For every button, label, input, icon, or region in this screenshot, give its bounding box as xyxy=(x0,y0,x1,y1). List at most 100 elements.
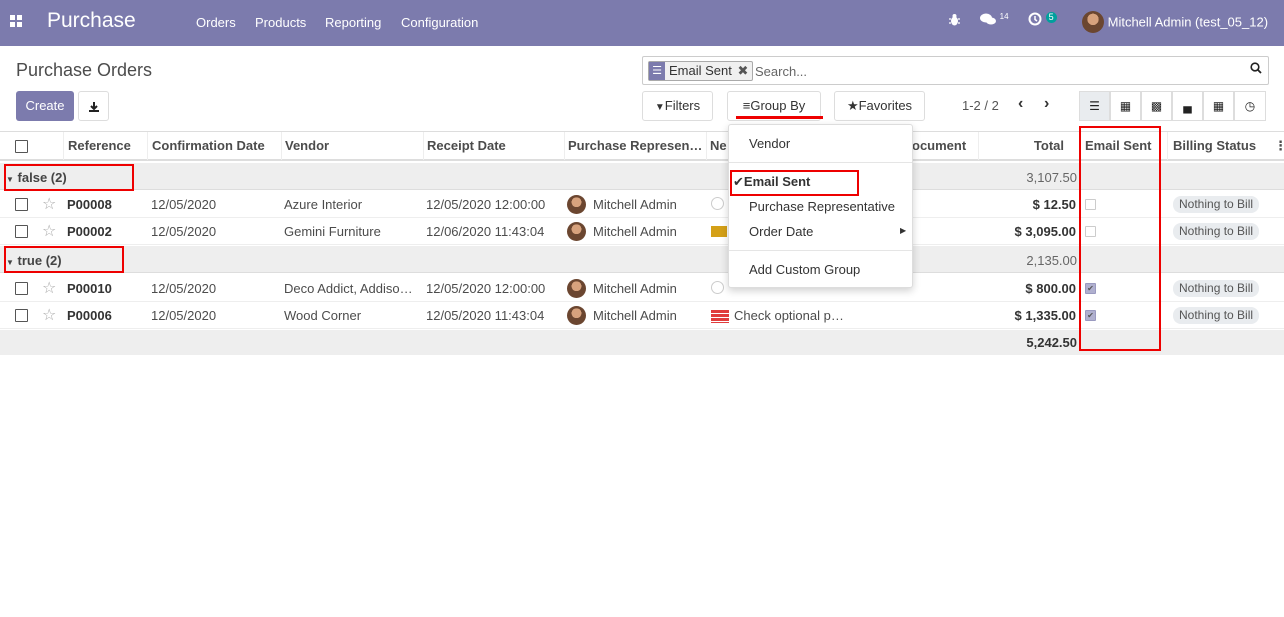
star-icon: ★ xyxy=(846,98,859,113)
cell-reference: P00006 xyxy=(67,308,112,323)
column-purchase-representative[interactable]: Purchase Represen… xyxy=(568,132,704,160)
cell-confirmation-date: 12/05/2020 xyxy=(151,197,217,212)
cell-reference: P00002 xyxy=(67,224,112,239)
filter-icon: ▼ xyxy=(654,102,665,113)
filters-button[interactable]: ▼Filters xyxy=(642,91,713,121)
dropdown-divider xyxy=(729,162,912,163)
cell-total: $ 800.00 xyxy=(1025,281,1076,296)
grand-total: 5,242.50 xyxy=(1026,335,1077,350)
calendar-view-icon[interactable]: ▦ xyxy=(1203,91,1234,121)
pager-value[interactable]: 1-2 / 2 xyxy=(962,98,999,113)
cell-representative: Mitchell Admin xyxy=(593,224,677,239)
activity-clock-icon[interactable] xyxy=(711,197,724,210)
search-facet-group-by[interactable]: ☰ Email Sent ✖ xyxy=(648,61,754,81)
pager-previous-icon[interactable]: ‹ xyxy=(1018,95,1023,113)
apps-menu-icon[interactable] xyxy=(10,15,24,29)
search-icon[interactable] xyxy=(1250,62,1262,77)
activities-icon[interactable]: 5 xyxy=(1028,12,1057,29)
rep-avatar xyxy=(567,279,586,298)
select-all-checkbox[interactable] xyxy=(15,140,28,153)
menu-configuration[interactable]: Configuration xyxy=(401,15,478,30)
create-button[interactable]: Create xyxy=(16,91,74,121)
column-billing-status[interactable]: Billing Status xyxy=(1173,132,1263,160)
download-button[interactable] xyxy=(78,91,109,121)
activity-mail-icon[interactable] xyxy=(711,226,727,237)
activity-view-icon[interactable]: ◷ xyxy=(1234,91,1266,121)
cell-total: $ 3,095.00 xyxy=(1014,224,1076,239)
highlight-box-email-sent-column xyxy=(1079,126,1161,351)
cell-representative: Mitchell Admin xyxy=(593,197,677,212)
top-navbar: Purchase Orders Products Reporting Confi… xyxy=(0,0,1284,46)
priority-star-icon[interactable]: ☆ xyxy=(42,194,56,214)
row-checkbox[interactable] xyxy=(15,198,28,211)
user-menu[interactable]: Mitchell Admin (test_05_12) xyxy=(1082,11,1268,33)
menu-reporting[interactable]: Reporting xyxy=(325,15,381,30)
cell-activity-summary: Check optional p… xyxy=(734,308,844,323)
page-title: Purchase Orders xyxy=(16,60,153,80)
cell-reference: P00010 xyxy=(67,281,112,296)
messages-icon[interactable]: 14 xyxy=(980,12,1009,29)
cell-receipt-date: 12/05/2020 12:00:00 xyxy=(426,281,546,296)
cell-confirmation-date: 12/05/2020 xyxy=(151,308,217,323)
group-by-option-purchase-representative[interactable]: Purchase Representative xyxy=(749,199,895,214)
cell-receipt-date: 12/06/2020 11:43:04 xyxy=(426,224,545,239)
graph-view-icon[interactable]: ▄ xyxy=(1172,91,1203,121)
group-by-facet-icon: ☰ xyxy=(649,62,665,80)
highlight-box-email-sent-option xyxy=(730,170,859,196)
group-by-option-vendor[interactable]: Vendor xyxy=(749,136,790,151)
menu-orders[interactable]: Orders xyxy=(196,15,236,30)
column-receipt-date[interactable]: Receipt Date xyxy=(427,132,562,160)
activity-todo-icon[interactable] xyxy=(711,310,729,323)
highlight-box-true-group xyxy=(4,246,124,273)
group-by-highlight-underline xyxy=(736,116,823,119)
rep-avatar xyxy=(567,222,586,241)
column-next-activity[interactable]: Ne xyxy=(710,132,730,160)
priority-star-icon[interactable]: ☆ xyxy=(42,278,56,298)
list-view-icon[interactable]: ☰ xyxy=(1079,91,1110,121)
rep-avatar xyxy=(567,195,586,214)
group-by-option-order-date[interactable]: Order Date xyxy=(749,224,813,239)
column-total[interactable]: Total xyxy=(1000,132,1064,160)
cell-vendor: Azure Interior xyxy=(284,197,363,212)
favorites-button[interactable]: ★Favorites xyxy=(834,91,925,121)
cell-vendor: Wood Corner xyxy=(284,308,362,323)
user-avatar xyxy=(1082,11,1104,33)
debug-bug-icon[interactable] xyxy=(948,13,961,30)
add-custom-group-option[interactable]: Add Custom Group xyxy=(749,262,860,277)
menu-products[interactable]: Products xyxy=(255,15,306,30)
group-total: 3,107.50 xyxy=(1026,170,1077,185)
column-reference[interactable]: Reference xyxy=(68,132,146,160)
search-bar: ☰ Email Sent ✖ xyxy=(642,56,1269,85)
app-name[interactable]: Purchase xyxy=(47,9,136,33)
highlight-box-false-group xyxy=(4,164,134,191)
favorites-label: Favorites xyxy=(858,98,913,113)
cell-total: $ 12.50 xyxy=(1032,197,1076,212)
pager-next-icon[interactable]: › xyxy=(1044,95,1049,113)
priority-star-icon[interactable]: ☆ xyxy=(42,221,56,241)
column-source-document[interactable]: ocument xyxy=(912,132,972,160)
group-by-label: Group By xyxy=(750,98,806,113)
activities-count: 5 xyxy=(1045,12,1057,23)
cell-confirmation-date: 12/05/2020 xyxy=(151,224,217,239)
priority-star-icon[interactable]: ☆ xyxy=(42,305,56,325)
facet-value: Email Sent xyxy=(669,63,732,78)
kanban-view-icon[interactable]: ▦ xyxy=(1110,91,1141,121)
cell-reference: P00008 xyxy=(67,197,112,212)
group-by-dropdown: Vendor ✔Email Sent Purchase Representati… xyxy=(728,124,913,288)
activity-clock-icon[interactable] xyxy=(711,281,724,294)
messages-count: 14 xyxy=(999,12,1009,21)
search-input[interactable] xyxy=(755,60,1235,82)
column-vendor[interactable]: Vendor xyxy=(285,132,420,160)
optional-columns-icon[interactable]: ⋮ xyxy=(1274,132,1282,160)
caret-right-icon: ▶ xyxy=(900,226,907,235)
user-name: Mitchell Admin (test_05_12) xyxy=(1107,14,1269,30)
group-total: 2,135.00 xyxy=(1026,253,1077,268)
row-checkbox[interactable] xyxy=(15,309,28,322)
pivot-view-icon[interactable]: ▩ xyxy=(1141,91,1172,121)
facet-remove-icon[interactable]: ✖ xyxy=(738,63,749,78)
download-icon xyxy=(88,101,99,112)
column-confirmation-date[interactable]: Confirmation Date xyxy=(152,132,280,160)
billing-status-badge: Nothing to Bill xyxy=(1173,196,1260,213)
row-checkbox[interactable] xyxy=(15,282,28,295)
row-checkbox[interactable] xyxy=(15,225,28,238)
